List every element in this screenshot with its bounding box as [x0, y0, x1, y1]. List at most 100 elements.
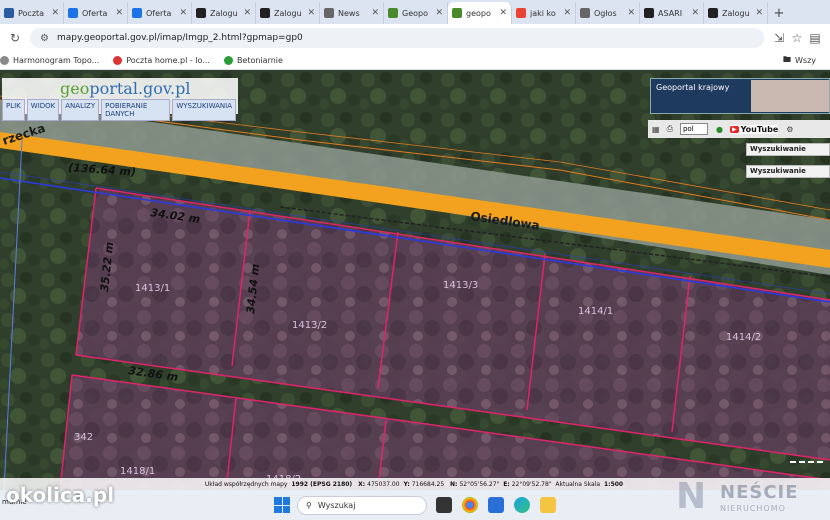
chrome-icon[interactable] [462, 497, 478, 513]
taskbar-search[interactable]: ⚲ Wyszukaj [297, 496, 427, 515]
browser-tab[interactable]: Zalogu ✕ [704, 2, 768, 24]
geoportal-logo[interactable]: geoportal.gov.pl [60, 79, 191, 98]
browser-tab[interactable]: News ✕ [320, 2, 384, 24]
close-tab-icon[interactable]: ✕ [755, 8, 763, 18]
tab-label: jaki ko [530, 8, 556, 18]
browser-tab[interactable]: ASARI ✕ [640, 2, 704, 24]
language-select[interactable]: pol [679, 123, 708, 135]
side-panel-icon[interactable]: ▤ [806, 31, 824, 45]
search-icon [132, 8, 142, 18]
close-tab-icon[interactable]: ✕ [179, 8, 187, 18]
close-tab-icon[interactable]: ✕ [499, 8, 507, 18]
bookmark-item[interactable]: Betoniarnie [223, 56, 283, 65]
grid-icon[interactable]: ▦ [652, 125, 660, 134]
close-tab-icon[interactable]: ✕ [243, 8, 251, 18]
search-box-1[interactable]: Wyszukiwanie [746, 143, 830, 156]
folder-icon: 🖿 [782, 54, 791, 64]
print-icon[interactable]: ⎙ [667, 124, 673, 134]
plot-label: 1414/1 [578, 306, 613, 317]
geoportal-header-panel: geoportal.gov.pl PLIK WIDOK ANALIZY POBIERA… [2, 78, 238, 121]
install-app-icon[interactable]: ⇲ [770, 31, 788, 45]
tab-label: Poczta [18, 8, 45, 18]
tab-label: geopo [466, 8, 491, 18]
plot-label: 342 [74, 432, 93, 443]
tab-label: Oferta [82, 8, 108, 18]
browser-tab[interactable]: Geopo ✕ [384, 2, 448, 24]
bookmark-favicon-icon [223, 56, 233, 65]
bookmarks-bar: Harmonogram Topo... Poczta home.pl - lo..… [0, 52, 830, 70]
new-tab-icon[interactable]: + [768, 2, 790, 24]
globe-icon [580, 8, 590, 18]
plot-label: 1413/1 [135, 283, 170, 294]
plot-label: 1418/1 [120, 466, 155, 477]
geoportal-tools: ▦ ⎙ pol ● ▶ YouTube ⚙ [648, 120, 830, 138]
browser-tab[interactable]: geopo ✕ [448, 2, 512, 24]
windows-start-icon[interactable] [274, 497, 290, 513]
plot-label: 1413/3 [443, 280, 478, 291]
globe-icon [324, 8, 334, 18]
search-icon [68, 8, 78, 18]
close-tab-icon[interactable]: ✕ [371, 8, 379, 18]
geoportal-icon [388, 8, 398, 18]
browser-tab[interactable]: jaki ko ✕ [512, 2, 576, 24]
site-info-icon[interactable]: ⚙ [40, 33, 49, 44]
browser-tab[interactable]: Zalogu ✕ [256, 2, 320, 24]
close-tab-icon[interactable]: ✕ [435, 8, 443, 18]
geoportal-krajowy-panel[interactable]: Geoportal krajowy [650, 78, 830, 114]
browser-tab[interactable]: Oferta ✕ [64, 2, 128, 24]
help-icon[interactable]: ● [716, 125, 723, 134]
geoportal-menu-item[interactable]: WIDOK [26, 99, 60, 121]
address-bar[interactable]: ⚙ mapy.geoportal.gov.pl/imap/Imgp_2.html… [30, 28, 764, 48]
edge-icon[interactable] [514, 497, 530, 513]
geoportal-menu-item[interactable]: PLIK [2, 99, 25, 121]
geoportal-menu: PLIK WIDOK ANALIZY POBIERANIE DANYCH WYSZUKI… [2, 99, 238, 121]
tab-label: Zalogu [274, 8, 302, 18]
close-tab-icon[interactable]: ✕ [307, 8, 315, 18]
bookmark-favicon-icon [0, 56, 9, 65]
close-tab-icon[interactable]: ✕ [627, 8, 635, 18]
search-box-2[interactable]: Wyszukiwanie [746, 165, 830, 178]
asari-icon [708, 8, 718, 18]
tab-label: News [338, 8, 360, 18]
close-tab-icon[interactable]: ✕ [115, 8, 123, 18]
url-text: mapy.geoportal.gov.pl/imap/Imgp_2.html?g… [56, 33, 303, 43]
google-icon [516, 8, 526, 18]
close-tab-icon[interactable]: ✕ [691, 8, 699, 18]
geoportal-menu-item[interactable]: ANALIZY [61, 99, 100, 121]
asari-icon [260, 8, 270, 18]
asari-icon [196, 8, 206, 18]
browser-tab[interactable]: Poczta ✕ [0, 2, 64, 24]
file-explorer-icon[interactable] [540, 497, 556, 513]
bookmark-item[interactable]: Harmonogram Topo... [0, 56, 99, 65]
browser-tab-strip: Poczta ✕ Oferta ✕ Oferta ✕ Zalogu ✕ Zalogu ✕ News ✕… [0, 0, 830, 24]
overview-map-thumbnail[interactable] [751, 80, 829, 112]
youtube-button[interactable]: ▶ YouTube [729, 124, 779, 134]
close-tab-icon[interactable]: ✕ [51, 8, 59, 18]
reload-icon[interactable]: ↻ [6, 31, 24, 45]
geoportal-menu-item[interactable]: POBIERANIE DANYCH [101, 99, 171, 121]
bookmark-star-icon[interactable]: ☆ [788, 31, 806, 45]
tab-label: Ogłos [594, 8, 617, 18]
watermark-okolica: okolica.pl [6, 483, 115, 507]
geoportal-menu-item[interactable]: WYSZUKIWANIA [172, 99, 236, 121]
browser-toolbar: ↻ ⚙ mapy.geoportal.gov.pl/imap/Imgp_2.ht… [0, 24, 830, 52]
youtube-play-icon: ▶ [729, 125, 739, 133]
tab-label: Geopo [402, 8, 428, 18]
geoportal-krajowy-label: Geoportal krajowy [656, 83, 730, 92]
browser-tab[interactable]: Ogłos ✕ [576, 2, 640, 24]
tab-label: Oferta [146, 8, 172, 18]
bookmarks-folder[interactable]: 🖿 Wszy [783, 54, 816, 68]
mail-icon [4, 8, 14, 18]
tab-label: ASARI [658, 8, 683, 18]
task-view-icon[interactable] [436, 497, 452, 513]
browser-tab[interactable]: Zalogu ✕ [192, 2, 256, 24]
brand-watermark: N NEŚCIE NIERUCHOMO [676, 476, 799, 517]
settings-icon[interactable]: ⚙ [786, 125, 793, 134]
bookmark-item[interactable]: Poczta home.pl - lo... [113, 56, 210, 65]
browser-tab[interactable]: Oferta ✕ [128, 2, 192, 24]
close-tab-icon[interactable]: ✕ [563, 8, 571, 18]
tab-label: Zalogu [722, 8, 750, 18]
store-icon[interactable] [488, 497, 504, 513]
geoportal-icon [452, 8, 462, 18]
plot-label: 1413/2 [292, 320, 327, 331]
